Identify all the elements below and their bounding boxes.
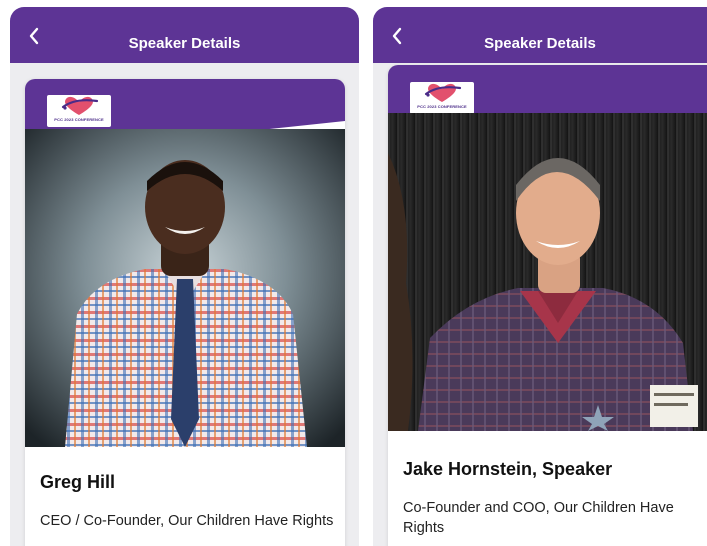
nav-title: Speaker Details bbox=[484, 35, 596, 52]
speaker-photo-image bbox=[25, 129, 345, 447]
logo-text: PCC 2023 CONFERENCE bbox=[54, 117, 104, 122]
conference-logo: PCC 2023 CONFERENCE bbox=[410, 82, 474, 114]
speaker-photo bbox=[25, 129, 345, 447]
speaker-role: Co-Founder and COO, Our Children Have Ri… bbox=[403, 500, 674, 536]
logo-text: PCC 2023 CONFERENCE bbox=[417, 104, 467, 109]
nav-title: Speaker Details bbox=[128, 35, 241, 52]
speaker-name: Greg Hill bbox=[40, 472, 116, 492]
speaker-details-screen-left: Speaker Details PCC 2023 CONFERENCE Greg… bbox=[10, 7, 359, 546]
speaker-details-screen-right: Speaker Details PCC 2023 CONFERENCE Jake… bbox=[373, 7, 707, 546]
speaker-photo-image bbox=[388, 113, 707, 431]
speaker-role: CEO / Co-Founder, Our Children Have Righ… bbox=[40, 513, 334, 529]
heart-logo-icon bbox=[424, 83, 462, 102]
speaker-card: PCC 2023 CONFERENCE bbox=[25, 79, 345, 546]
speaker-card: PCC 2023 CONFERENCE bbox=[388, 65, 707, 546]
conference-logo: PCC 2023 CONFERENCE bbox=[47, 95, 111, 127]
speaker-name: Jake Hornstein, Speaker bbox=[403, 459, 613, 479]
nav-bar: Speaker Details bbox=[10, 7, 359, 63]
nav-bar: Speaker Details bbox=[373, 7, 707, 63]
speaker-photo bbox=[388, 113, 707, 431]
heart-logo-icon bbox=[61, 96, 99, 115]
